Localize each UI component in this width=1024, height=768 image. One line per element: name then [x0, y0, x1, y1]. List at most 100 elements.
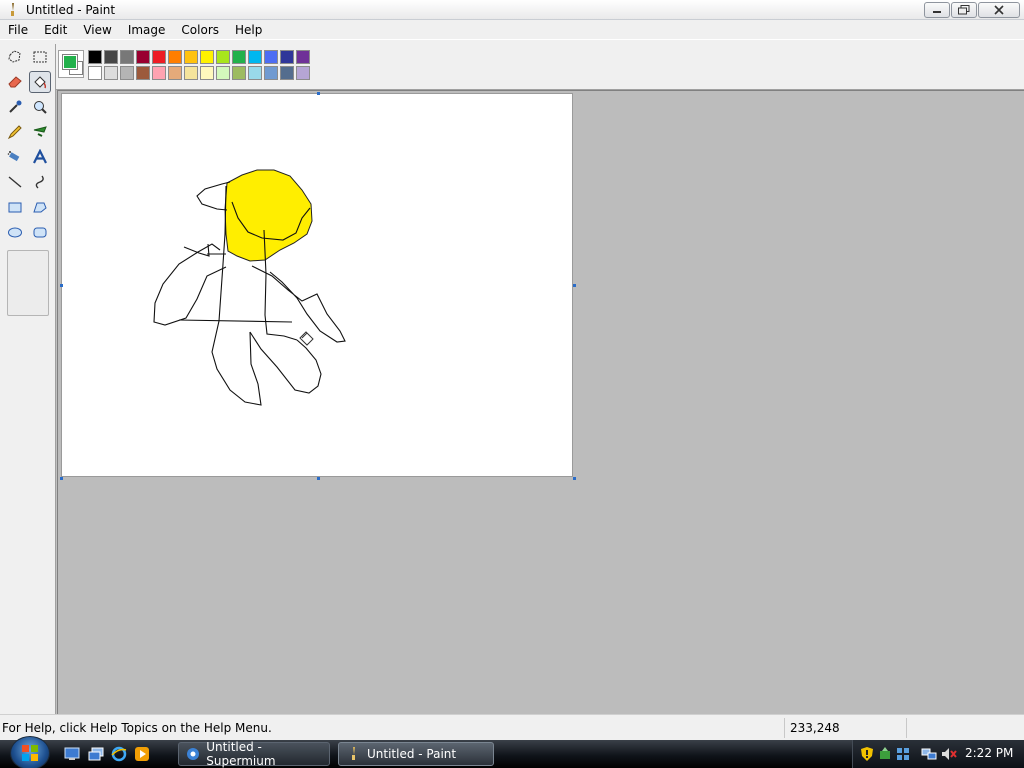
magnifier-tool[interactable] [29, 96, 51, 118]
ellipse-icon [8, 227, 22, 238]
color-swatch[interactable] [200, 50, 214, 64]
menu-image[interactable]: Image [120, 20, 174, 40]
color-swatch[interactable] [264, 50, 278, 64]
color-swatch[interactable] [88, 50, 102, 64]
polygon-tool[interactable] [29, 196, 51, 218]
foreground-color[interactable] [62, 54, 78, 70]
text-tool[interactable] [29, 146, 51, 168]
fill-cursor-icon [299, 331, 314, 346]
minimize-button[interactable] [924, 2, 950, 18]
menu-file[interactable]: File [0, 20, 36, 40]
canvas-resize-handle-bottom-right[interactable] [573, 477, 576, 480]
color-swatch[interactable] [136, 66, 150, 80]
volume-muted-icon[interactable] [941, 746, 957, 762]
color-swatch[interactable] [152, 50, 166, 64]
color-swatch[interactable] [248, 50, 262, 64]
media-player-button[interactable] [134, 746, 150, 762]
color-swatch[interactable] [136, 50, 150, 64]
color-swatch[interactable] [88, 66, 102, 80]
color-swatch[interactable] [232, 50, 246, 64]
menu-help[interactable]: Help [227, 20, 270, 40]
start-button[interactable] [10, 736, 50, 768]
color-swatch[interactable] [296, 50, 310, 64]
canvas-resize-handle-top[interactable] [317, 92, 320, 95]
status-coordinates: 233,248 [790, 721, 840, 735]
curve-tool[interactable] [29, 171, 51, 193]
switch-windows-button[interactable] [88, 746, 104, 762]
current-colors[interactable] [58, 50, 84, 78]
canvas-resize-handle-bottom-left[interactable] [60, 477, 63, 480]
ellipse-tool[interactable] [4, 221, 26, 243]
color-swatch[interactable] [200, 66, 214, 80]
pencil-tool[interactable] [4, 121, 26, 143]
minimize-icon [933, 11, 941, 13]
brush-icon [33, 126, 47, 137]
fill-bucket-icon [34, 76, 47, 89]
eraser-icon [8, 76, 22, 88]
color-swatch[interactable] [280, 66, 294, 80]
status-help-text: For Help, click Help Topics on the Help … [2, 721, 272, 735]
line-tool[interactable] [4, 171, 26, 193]
color-swatch[interactable] [152, 66, 166, 80]
color-swatch[interactable] [280, 50, 294, 64]
tool-box [0, 44, 56, 714]
airbrush-tool[interactable] [4, 146, 26, 168]
color-swatch[interactable] [104, 66, 118, 80]
tool-options-box[interactable] [7, 250, 49, 316]
color-swatch[interactable] [168, 50, 182, 64]
restore-button[interactable] [951, 2, 977, 18]
rounded-rectangle-tool[interactable] [29, 221, 51, 243]
color-swatch[interactable] [104, 50, 118, 64]
menu-colors[interactable]: Colors [173, 20, 227, 40]
windows-sidebar-icon[interactable] [895, 746, 911, 762]
canvas-resize-handle-bottom[interactable] [317, 477, 320, 480]
color-swatch[interactable] [120, 66, 134, 80]
security-shield-icon[interactable] [859, 746, 875, 762]
rounded-rectangle-icon [33, 227, 47, 238]
color-swatch[interactable] [232, 66, 246, 80]
brush-tool[interactable] [29, 121, 51, 143]
window-title: Untitled - Paint [26, 2, 116, 17]
polygon-icon [33, 202, 47, 213]
supermium-browser-icon [185, 746, 200, 762]
show-desktop-icon [64, 747, 80, 760]
close-icon [994, 5, 1004, 15]
show-desktop-button[interactable] [64, 746, 80, 762]
paint-app-icon [4, 2, 20, 18]
network-icon[interactable] [921, 746, 937, 762]
select-tool[interactable] [29, 46, 51, 68]
taskbar: Untitled - Supermium Untitled - Paint 2:… [0, 736, 1024, 768]
color-swatch[interactable] [168, 66, 182, 80]
color-swatch[interactable] [216, 66, 230, 80]
close-button[interactable] [978, 2, 1020, 18]
eraser-tool[interactable] [4, 71, 26, 93]
clock[interactable]: 2:22 PM [965, 746, 1013, 760]
color-swatch[interactable] [248, 66, 262, 80]
pencil-icon [7, 125, 22, 140]
free-form-select-tool[interactable] [4, 46, 26, 68]
rectangle-tool[interactable] [4, 196, 26, 218]
windows-logo-icon [22, 745, 38, 761]
line-icon [8, 176, 22, 188]
color-swatch[interactable] [184, 66, 198, 80]
pick-color-tool[interactable] [4, 96, 26, 118]
internet-explorer-button[interactable] [111, 746, 127, 762]
taskbar-button-paint[interactable]: Untitled - Paint [338, 742, 494, 766]
color-swatch[interactable] [184, 50, 198, 64]
menu-edit[interactable]: Edit [36, 20, 75, 40]
title-bar: Untitled - Paint [0, 0, 1024, 20]
system-tray: 2:22 PM [852, 740, 1024, 768]
color-swatch[interactable] [296, 66, 310, 80]
canvas-resize-handle-right[interactable] [573, 284, 576, 287]
menu-view[interactable]: View [75, 20, 119, 40]
canvas-resize-handle-left[interactable] [60, 284, 63, 287]
fill-with-color-tool[interactable] [29, 71, 51, 93]
color-swatch[interactable] [264, 66, 278, 80]
color-swatch[interactable] [216, 50, 230, 64]
taskbar-button-supermium[interactable]: Untitled - Supermium [178, 740, 330, 768]
color-swatch[interactable] [120, 50, 134, 64]
safely-remove-hardware-icon[interactable] [877, 746, 893, 762]
rectangle-icon [8, 202, 22, 213]
internet-explorer-icon [111, 746, 127, 762]
drawing-canvas[interactable] [60, 92, 576, 480]
